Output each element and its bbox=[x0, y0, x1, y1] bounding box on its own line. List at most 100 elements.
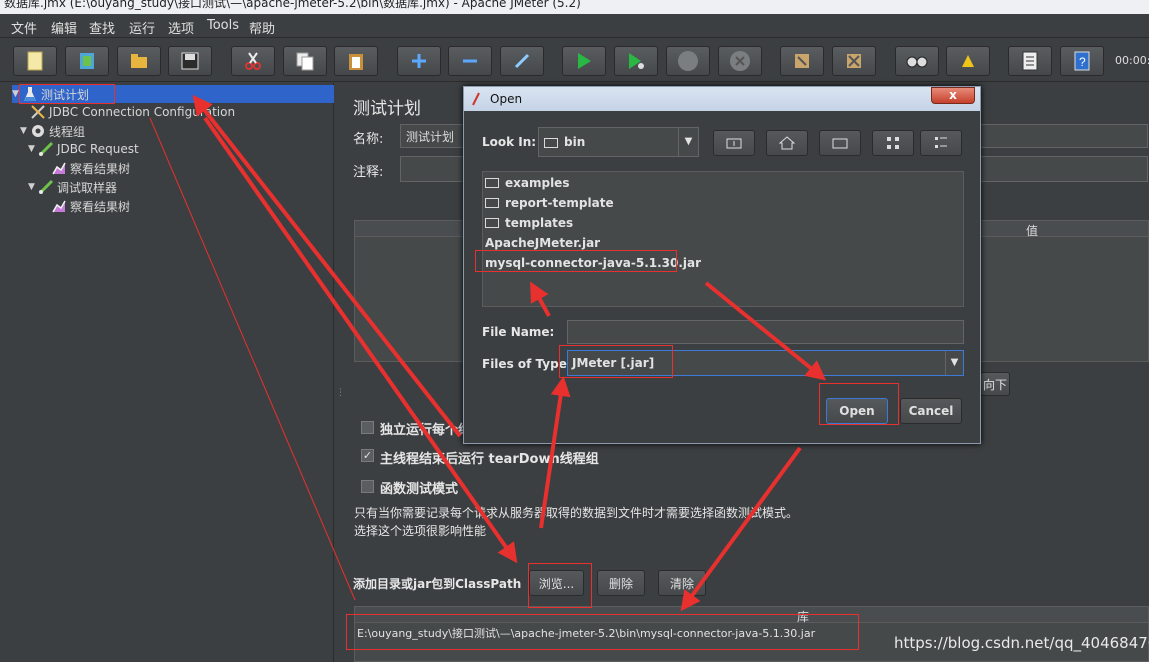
menu-help[interactable]: 帮助 bbox=[249, 18, 275, 37]
tree-item-label: JDBC Connection Configuration bbox=[49, 105, 236, 119]
up-folder-button[interactable] bbox=[713, 130, 755, 156]
look-in-value: bin bbox=[564, 135, 586, 149]
clear-classpath-button[interactable]: 清除 bbox=[658, 570, 706, 596]
folder-icon bbox=[544, 138, 558, 148]
chart-icon bbox=[52, 200, 66, 213]
paste-button[interactable] bbox=[334, 46, 378, 76]
save-button[interactable] bbox=[168, 46, 212, 76]
list-item[interactable]: templates bbox=[485, 216, 573, 230]
details-view-button[interactable] bbox=[920, 130, 962, 156]
checkbox-serialize-groups[interactable] bbox=[361, 421, 374, 434]
start-button[interactable] bbox=[562, 46, 606, 76]
tree-item-label: 线程组 bbox=[49, 124, 86, 139]
dialog-title: Open bbox=[490, 92, 523, 106]
play-icon bbox=[578, 53, 591, 69]
annotation-box-open bbox=[819, 383, 899, 425]
new-folder-button[interactable] bbox=[819, 130, 861, 156]
feather-icon bbox=[472, 92, 480, 106]
new-file-icon bbox=[27, 51, 43, 71]
tree-item-thread-group[interactable]: ▼ 线程组 bbox=[20, 122, 85, 140]
move-down-button[interactable]: 向下 bbox=[980, 372, 1010, 396]
file-name-label: File Name: bbox=[482, 325, 555, 339]
clear-all-button[interactable] bbox=[832, 46, 876, 76]
file-list[interactable]: examples report-template templates Apach… bbox=[482, 171, 964, 307]
expand-arrow-icon: ▼ bbox=[20, 126, 27, 136]
list-view-button[interactable] bbox=[872, 130, 914, 156]
functional-mode-note: 只有当你需要记录每个请求从服务器取得的数据到文件时才需要选择函数测试模式。 bbox=[354, 506, 799, 520]
checkbox-functional-mode[interactable] bbox=[361, 480, 374, 493]
broom-icon bbox=[795, 54, 809, 68]
menu-options[interactable]: 选项 bbox=[168, 18, 194, 37]
watermark: https://blog.csdn.net/qq_40468470 bbox=[894, 634, 1149, 652]
window-title-bar: 数据库.jmx (E:\ouyang_study\接口测试\—\apache-j… bbox=[0, 0, 1149, 14]
test-plan-tree: ▼ 测试计划 JDBC Connection Configuration ▼ 线… bbox=[8, 83, 334, 662]
pipette-icon bbox=[38, 179, 54, 195]
stop-icon bbox=[678, 51, 698, 71]
expand-button[interactable] bbox=[397, 46, 441, 76]
file-name: ApacheJMeter.jar bbox=[485, 236, 601, 250]
look-in-select[interactable]: bin ▼ bbox=[538, 127, 699, 157]
menu-file[interactable]: 文件 bbox=[11, 18, 37, 37]
paste-icon bbox=[349, 54, 363, 70]
clear-button[interactable] bbox=[780, 46, 824, 76]
tree-item-jdbc-config[interactable]: JDBC Connection Configuration bbox=[30, 103, 235, 121]
menu-edit[interactable]: 编辑 bbox=[51, 18, 77, 37]
copy-button[interactable] bbox=[283, 46, 327, 76]
new-button[interactable] bbox=[13, 46, 57, 76]
function-helper-button[interactable] bbox=[1008, 46, 1052, 76]
shutdown-button[interactable] bbox=[718, 46, 762, 76]
stop-button[interactable] bbox=[666, 46, 710, 76]
file-name: examples bbox=[505, 176, 570, 190]
gear-icon bbox=[32, 125, 44, 137]
checkbox-teardown-label: 主线程结束后运行 tearDown线程组 bbox=[380, 452, 599, 467]
toggle-button[interactable] bbox=[500, 46, 544, 76]
dialog-title-bar[interactable]: Open x bbox=[464, 87, 980, 111]
expand-arrow-icon: ▼ bbox=[28, 144, 35, 154]
cancel-button[interactable]: Cancel bbox=[900, 398, 962, 424]
copy-icon bbox=[296, 52, 314, 71]
search-button[interactable] bbox=[895, 46, 939, 76]
broom-all-icon bbox=[847, 54, 861, 68]
tree-item-view-results[interactable]: 察看结果树 bbox=[51, 159, 130, 177]
performance-note: 选择这个选项很影响性能 bbox=[354, 524, 487, 538]
tree-item-label: 察看结果树 bbox=[70, 199, 131, 214]
annotation-box-file-type bbox=[559, 345, 673, 378]
minus-icon bbox=[463, 59, 477, 63]
tree-item-debug-sampler[interactable]: ▼ 调试取样器 bbox=[28, 178, 117, 196]
start-no-pauses-button[interactable] bbox=[614, 46, 658, 76]
close-button[interactable]: x bbox=[931, 87, 975, 104]
open-button[interactable] bbox=[117, 46, 161, 76]
help-icon: ? bbox=[1074, 51, 1090, 71]
tree-item-view-results[interactable]: 察看结果树 bbox=[51, 197, 130, 215]
file-name-input[interactable] bbox=[567, 320, 964, 344]
menu-run[interactable]: 运行 bbox=[129, 18, 155, 37]
checkbox-teardown[interactable]: ✓ bbox=[361, 449, 374, 462]
list-item[interactable]: ApacheJMeter.jar bbox=[485, 236, 600, 250]
tree-item-label: 调试取样器 bbox=[57, 180, 118, 195]
annotation-box-test-plan bbox=[19, 84, 115, 104]
cut-button[interactable] bbox=[231, 46, 275, 76]
chevron-down-icon: ▼ bbox=[945, 351, 963, 375]
folder-open-icon bbox=[131, 54, 147, 68]
up-folder-icon bbox=[726, 138, 742, 149]
tree-item-label: 察看结果树 bbox=[70, 161, 131, 176]
tree-item-jdbc-request[interactable]: ▼ JDBC Request bbox=[28, 140, 139, 158]
collapse-button[interactable] bbox=[448, 46, 492, 76]
reset-search-button[interactable] bbox=[946, 46, 990, 76]
annotation-box-classpath bbox=[346, 614, 859, 650]
checkbox-functional-label: 函数测试模式 bbox=[380, 482, 459, 497]
tree-item-label: JDBC Request bbox=[57, 142, 139, 156]
list-item[interactable]: report-template bbox=[485, 196, 614, 210]
elapsed-timer: 00:00: bbox=[1115, 54, 1149, 67]
menu-search[interactable]: 查找 bbox=[89, 18, 115, 37]
shutdown-icon bbox=[730, 51, 750, 71]
home-button[interactable] bbox=[766, 130, 808, 156]
list-item[interactable]: examples bbox=[485, 176, 569, 190]
menu-tools[interactable]: Tools bbox=[207, 18, 239, 33]
pipette-icon bbox=[38, 141, 54, 157]
help-button[interactable]: ? bbox=[1060, 46, 1104, 76]
templates-button[interactable] bbox=[65, 46, 109, 76]
wrench-icon bbox=[31, 105, 45, 119]
panel-splitter[interactable]: ⋮ bbox=[335, 83, 345, 662]
delete-button[interactable]: 删除 bbox=[597, 570, 645, 596]
